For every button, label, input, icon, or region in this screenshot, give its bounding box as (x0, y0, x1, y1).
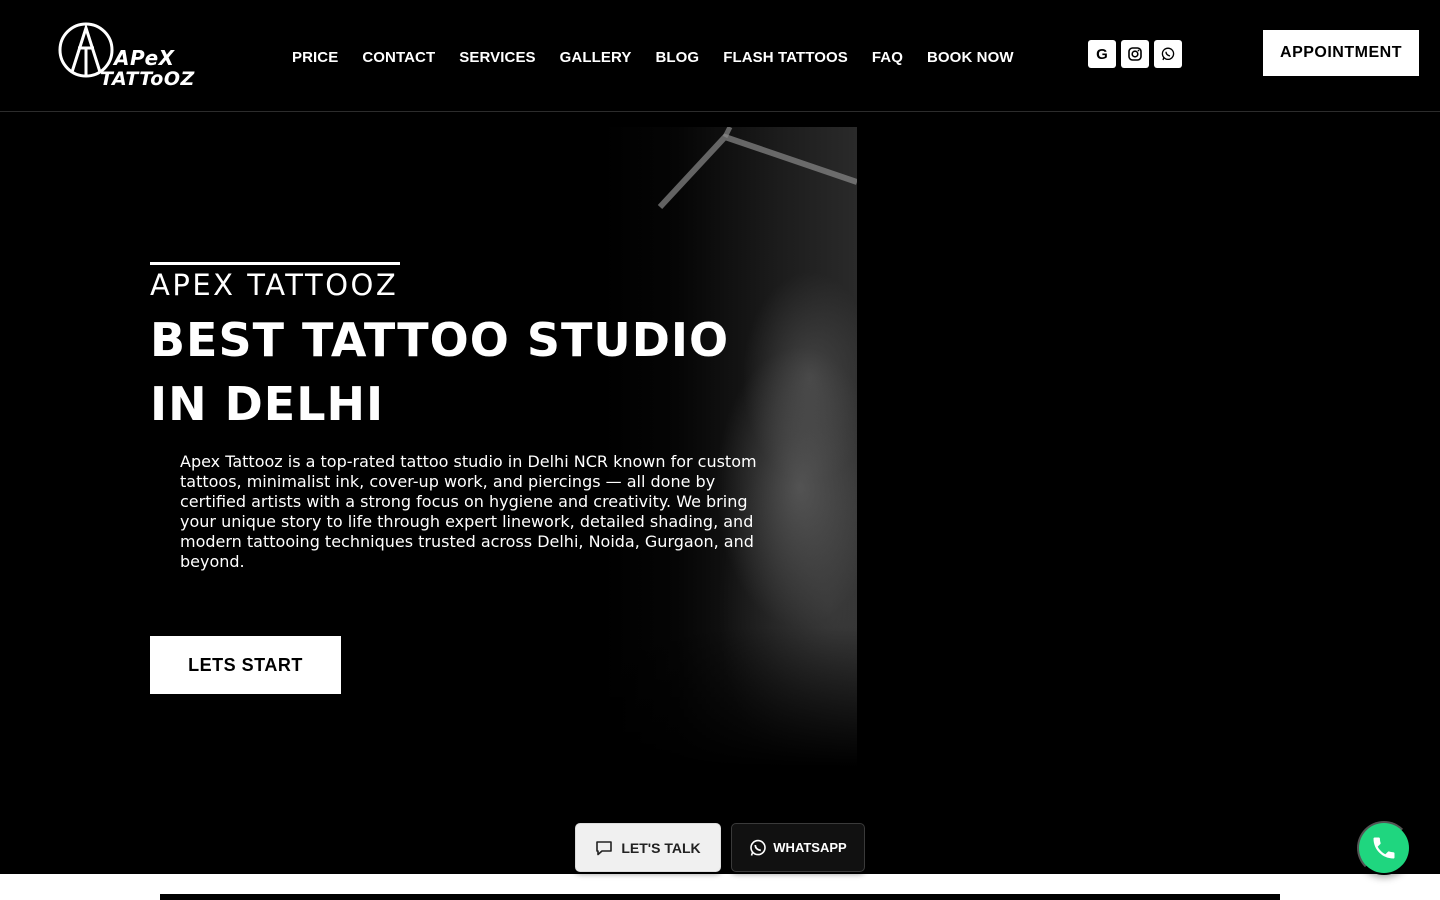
appointment-button[interactable]: APPOINTMENT (1263, 30, 1419, 76)
nav-item-price[interactable]: PRICE (292, 48, 338, 68)
hero-title: BEST TATTOO STUDIO IN DELHI (150, 313, 730, 431)
nav-item-contact[interactable]: CONTACT (362, 48, 435, 68)
hero-tattoo-artist-image (600, 127, 857, 767)
logo-text-line2: TATToOZ (100, 68, 195, 90)
google-glyph: G (1096, 45, 1108, 63)
phone-icon (1373, 837, 1395, 859)
whatsapp-label: WHATSAPP (773, 840, 847, 855)
ring-light-graphic (657, 127, 857, 210)
nav-item-faq[interactable]: FAQ (872, 48, 903, 68)
lets-talk-label: LET'S TALK (621, 839, 701, 856)
eyebrow-divider (150, 262, 400, 265)
hero-eyebrow: APEX TATTOOZ (150, 268, 399, 302)
nav-item-services[interactable]: SERVICES (459, 48, 535, 68)
site-header: APeX TATToOZ PRICE CONTACT SERVICES GALL… (0, 0, 1440, 112)
chat-bubble-icon (596, 840, 613, 855)
instagram-icon[interactable] (1121, 40, 1149, 68)
logo[interactable]: APeX TATToOZ (58, 22, 194, 92)
google-icon[interactable]: G (1088, 40, 1116, 68)
hero-description: Apex Tattooz is a top-rated tattoo studi… (180, 452, 757, 571)
nav-item-blog[interactable]: BLOG (655, 48, 699, 68)
nav-item-gallery[interactable]: GALLERY (560, 48, 632, 68)
logo-text-line1: APeX (114, 46, 175, 70)
nav-item-flash-tattoos[interactable]: FLASH TATTOOS (723, 48, 848, 68)
main-nav: PRICE CONTACT SERVICES GALLERY BLOG FLAS… (292, 48, 1038, 68)
lets-talk-button[interactable]: LET'S TALK (575, 823, 721, 872)
whatsapp-button[interactable]: WHATSAPP (731, 823, 865, 872)
social-links: G (1088, 40, 1182, 68)
instagram-glyph (1128, 47, 1142, 61)
whatsapp-glyph (1161, 47, 1175, 61)
nav-item-book-now[interactable]: BOOK NOW (927, 48, 1014, 68)
lets-start-button[interactable]: LETS START (150, 636, 341, 694)
whatsapp-icon[interactable] (1154, 40, 1182, 68)
whatsapp-icon (750, 839, 767, 856)
call-button[interactable] (1357, 821, 1411, 875)
next-section-bar (160, 894, 1280, 900)
